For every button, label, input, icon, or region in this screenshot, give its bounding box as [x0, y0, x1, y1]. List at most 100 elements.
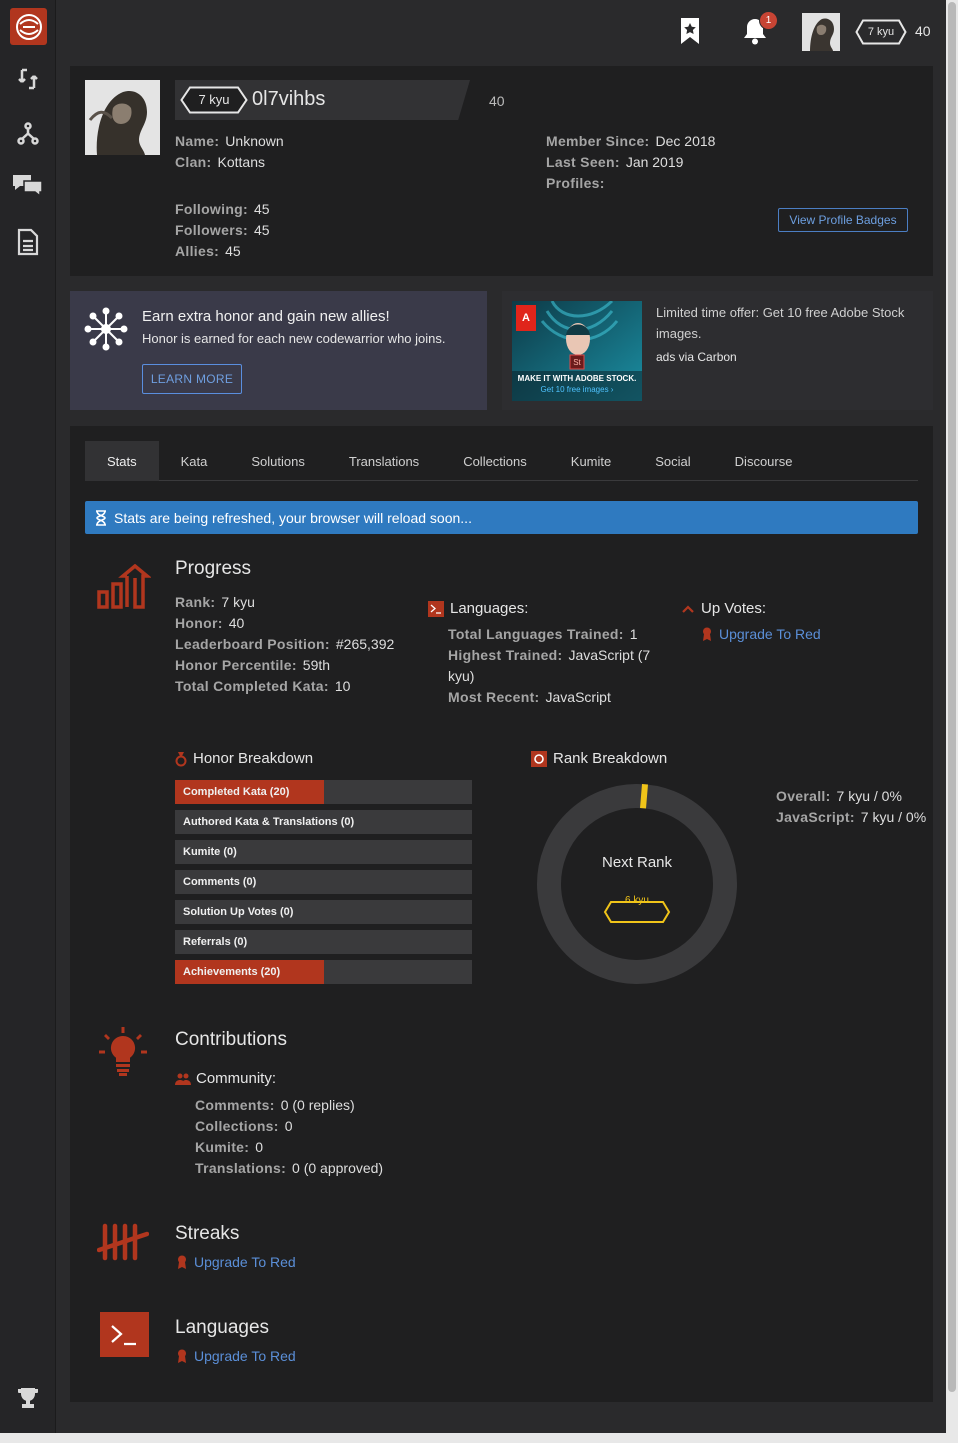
- sidebar: [0, 0, 56, 1443]
- profile-username: 0l7vihbs: [252, 88, 326, 110]
- languages-stats-title-text: Languages:: [450, 600, 529, 617]
- following-value: 45: [253, 201, 270, 217]
- view-profile-badges-button[interactable]: View Profile Badges: [778, 208, 908, 232]
- profile-tabs: Stats Kata Solutions Translations Collec…: [85, 441, 918, 481]
- profile-honor: 40: [489, 93, 505, 109]
- percentile-row: Honor Percentile: 59th: [175, 655, 394, 676]
- honor-bar: Comments (0): [175, 870, 472, 894]
- percentile-value: 59th: [302, 657, 331, 673]
- allies-value: 45: [225, 243, 241, 259]
- referral-promo: Earn extra honor and gain new allies! Ho…: [70, 291, 487, 410]
- practice-icon[interactable]: [12, 63, 44, 95]
- tab-translations[interactable]: Translations: [327, 441, 441, 481]
- promo-title: Earn extra honor and gain new allies!: [142, 308, 390, 325]
- tab-kumite[interactable]: Kumite: [549, 441, 633, 481]
- donut-progress-marker: [640, 784, 648, 809]
- donut-track: [537, 784, 737, 984]
- comments-value: 0 (0 replies): [280, 1097, 355, 1113]
- discussion-icon[interactable]: [12, 169, 44, 201]
- tab-collections[interactable]: Collections: [441, 441, 549, 481]
- kumite-row: Kumite: 0: [195, 1137, 383, 1158]
- upgrade-label: Upgrade To Red: [194, 1254, 296, 1270]
- profile-following-row: Following: 45: [175, 199, 270, 220]
- rank-breakdown-title-text: Rank Breakdown: [553, 750, 668, 767]
- upvotes-title: Up Votes:: [682, 600, 766, 617]
- honor-bar-label: Referrals (0): [183, 936, 248, 948]
- label: Rank:: [175, 594, 216, 610]
- label: Translations:: [195, 1160, 287, 1176]
- terminal-large-icon: [100, 1312, 149, 1360]
- honor-count: 40: [915, 23, 931, 39]
- honor-breakdown-title-text: Honor Breakdown: [193, 750, 314, 767]
- honor-bar: Referrals (0): [175, 930, 472, 954]
- profile-name-value: Unknown: [225, 133, 284, 149]
- languages-stats-title: Languages:: [428, 600, 528, 617]
- user-avatar[interactable]: [802, 13, 840, 51]
- followers-value: 45: [254, 222, 270, 238]
- kumite-icon[interactable]: [12, 117, 44, 149]
- honor-bar: Completed Kata (20): [175, 780, 472, 804]
- honor-bar-label: Comments (0): [183, 876, 257, 888]
- codewars-logo[interactable]: [10, 8, 47, 45]
- label: Honor Percentile:: [175, 657, 297, 673]
- honor-bar: Achievements (20): [175, 960, 472, 984]
- ad-image[interactable]: A St MAKE IT WITH ADOBE STOCK. Get 10 fr…: [512, 301, 642, 401]
- promo-subtitle: Honor is earned for each new codewarrior…: [142, 331, 446, 346]
- lightbulb-icon: [97, 1026, 149, 1081]
- label: JavaScript:: [776, 809, 855, 825]
- vertical-scrollbar[interactable]: [946, 0, 958, 1443]
- profile-allies-row: Allies: 45: [175, 241, 270, 262]
- leaderboard-value: #265,392: [335, 636, 395, 652]
- tab-social[interactable]: Social: [633, 441, 712, 481]
- label: Kumite:: [195, 1139, 250, 1155]
- label: Comments:: [195, 1097, 275, 1113]
- honor-value: 40: [228, 615, 245, 631]
- upvotes-upgrade-link[interactable]: Upgrade To Red: [702, 626, 821, 642]
- tab-discourse[interactable]: Discourse: [713, 441, 815, 481]
- progress-chart-icon: [97, 563, 152, 613]
- hourglass-icon: [96, 509, 106, 526]
- refresh-alert-text: Stats are being refreshed, your browser …: [114, 509, 472, 526]
- profile-card: 7 kyu 0l7vihbs 40 Name: Unknown Clan: Kott…: [70, 66, 933, 276]
- label: Member Since:: [546, 133, 650, 149]
- ad-text[interactable]: Limited time offer: Get 10 free Adobe St…: [656, 302, 928, 344]
- completed-kata-value: 10: [334, 678, 351, 694]
- member-since-row: Member Since: Dec 2018: [546, 131, 715, 152]
- honor-bar: Solution Up Votes (0): [175, 900, 472, 924]
- label: Clan:: [175, 154, 212, 170]
- honor-bar-label: Solution Up Votes (0): [183, 906, 294, 918]
- top-bar: 1 7 kyu 40: [56, 0, 946, 62]
- upgrade-label: Upgrade To Red: [194, 1348, 296, 1364]
- docs-icon[interactable]: [12, 226, 44, 258]
- carbon-ad[interactable]: A St MAKE IT WITH ADOBE STOCK. Get 10 fr…: [502, 291, 933, 410]
- rank-badge[interactable]: 7 kyu: [855, 19, 907, 45]
- tab-stats[interactable]: Stats: [85, 441, 159, 481]
- bookmark-icon[interactable]: [678, 16, 702, 46]
- ad-via-carbon[interactable]: ads via Carbon: [656, 350, 737, 364]
- rank-badge-label: 7 kyu: [867, 26, 895, 38]
- collections-row: Collections: 0: [195, 1116, 383, 1137]
- ad-image-link: Get 10 free images ›: [540, 385, 614, 394]
- honor-bar-label: Authored Kata & Translations (0): [183, 816, 355, 828]
- label: Last Seen:: [546, 154, 620, 170]
- horizontal-scrollbar[interactable]: [0, 1433, 946, 1443]
- label: Highest Trained:: [448, 647, 563, 663]
- tab-solutions[interactable]: Solutions: [229, 441, 326, 481]
- highest-trained-value-cont: kyu): [448, 668, 475, 684]
- profile-avatar: [85, 80, 160, 155]
- trophy-icon[interactable]: [12, 1382, 44, 1414]
- languages-trained-value: 1: [629, 626, 638, 642]
- profile-clan-row: Clan: Kottans: [175, 152, 284, 173]
- label: Collections:: [195, 1118, 279, 1134]
- users-icon: [175, 1073, 191, 1085]
- rank-progress-donut: Next Rank 6 kyu: [537, 784, 737, 984]
- tab-kata[interactable]: Kata: [159, 441, 230, 481]
- completed-kata-row: Total Completed Kata: 10: [175, 676, 394, 697]
- streaks-upgrade-link[interactable]: Upgrade To Red: [177, 1254, 296, 1270]
- ribbon-icon: [703, 627, 711, 641]
- donut-chart-icon: [531, 750, 547, 767]
- leaderboard-row: Leaderboard Position: #265,392: [175, 634, 394, 655]
- languages-upgrade-link[interactable]: Upgrade To Red: [177, 1348, 296, 1364]
- scrollbar-thumb[interactable]: [948, 2, 956, 1392]
- learn-more-button[interactable]: LEARN MORE: [142, 364, 242, 394]
